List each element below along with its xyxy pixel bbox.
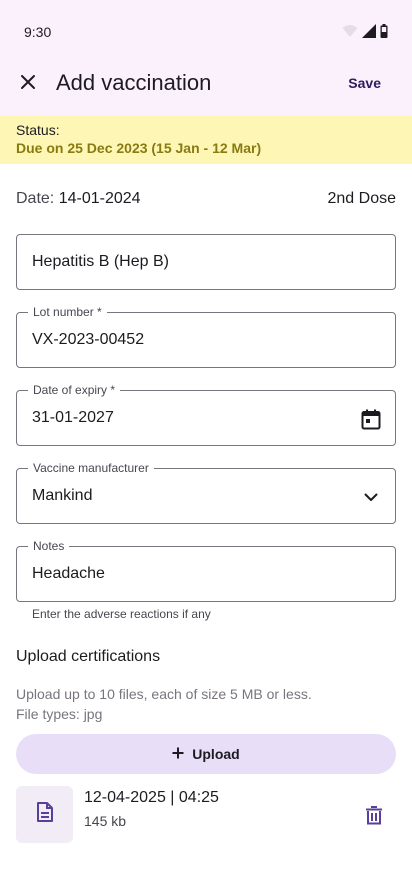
notes-field[interactable]: Notes Headache (16, 539, 396, 602)
date-value: 14-01-2024 (58, 190, 141, 207)
vaccine-value: Hepatitis B (Hep B) (32, 253, 169, 270)
status-bar: 9:30 (0, 0, 412, 64)
app-bar: Add vaccination Save (0, 64, 412, 116)
upload-info-line-1: Upload up to 10 files, each of size 5 MB… (16, 686, 312, 702)
upload-button[interactable]: Upload (16, 734, 396, 774)
file-thumbnail (16, 786, 73, 843)
wifi-icon (342, 24, 358, 43)
lot-number-value: VX-2023-00452 (32, 331, 145, 348)
close-button[interactable] (14, 70, 42, 98)
notes-helper-text: Enter the adverse reactions if any (32, 607, 211, 621)
status-label: Status: (16, 122, 60, 138)
chevron-down-icon[interactable] (359, 485, 383, 509)
expiry-date-field[interactable]: Date of expiry * 31-01-2027 (16, 383, 396, 446)
status-banner: Status: Due on 25 Dec 2023 (15 Jan - 12 … (0, 116, 412, 164)
delete-icon[interactable] (362, 803, 386, 827)
expiry-date-value: 31-01-2027 (32, 409, 114, 426)
save-button[interactable]: Save (348, 75, 381, 91)
lot-number-label: Lot number * (28, 305, 107, 319)
battery-icon (380, 23, 388, 43)
upload-info: Upload up to 10 files, each of size 5 MB… (16, 684, 312, 724)
file-name: 12-04-2025 | 04:25 (84, 789, 219, 806)
file-icon (36, 802, 53, 827)
upload-button-label: Upload (192, 746, 240, 762)
lot-number-field[interactable]: Lot number * VX-2023-00452 (16, 305, 396, 368)
date-label: Date: (16, 190, 55, 207)
close-icon (19, 73, 37, 96)
page-title: Add vaccination (56, 70, 212, 95)
vaccine-field[interactable]: Hepatitis B (Hep B) (16, 234, 396, 290)
manufacturer-select[interactable]: Vaccine manufacturer Mankind (16, 461, 396, 524)
status-value: Due on 25 Dec 2023 (15 Jan - 12 Mar) (16, 140, 262, 156)
notes-label: Notes (28, 539, 70, 553)
date-row: Date: 14-01-2024 2nd Dose (16, 190, 396, 212)
upload-info-line-2: File types: jpg (16, 706, 103, 722)
notes-value: Headache (32, 565, 105, 582)
manufacturer-label: Vaccine manufacturer (28, 461, 154, 475)
expiry-date-label: Date of expiry * (28, 383, 121, 397)
status-time: 9:30 (24, 24, 52, 40)
manufacturer-value: Mankind (32, 487, 93, 504)
file-size: 145 kb (84, 813, 127, 829)
signal-icon (362, 23, 376, 43)
calendar-icon[interactable] (359, 407, 383, 431)
plus-icon (172, 746, 184, 762)
upload-section-title: Upload certifications (16, 648, 161, 665)
dose-label: 2nd Dose (327, 190, 397, 207)
file-item[interactable]: 12-04-2025 | 04:25 145 kb (16, 786, 396, 844)
status-icons (342, 23, 388, 43)
